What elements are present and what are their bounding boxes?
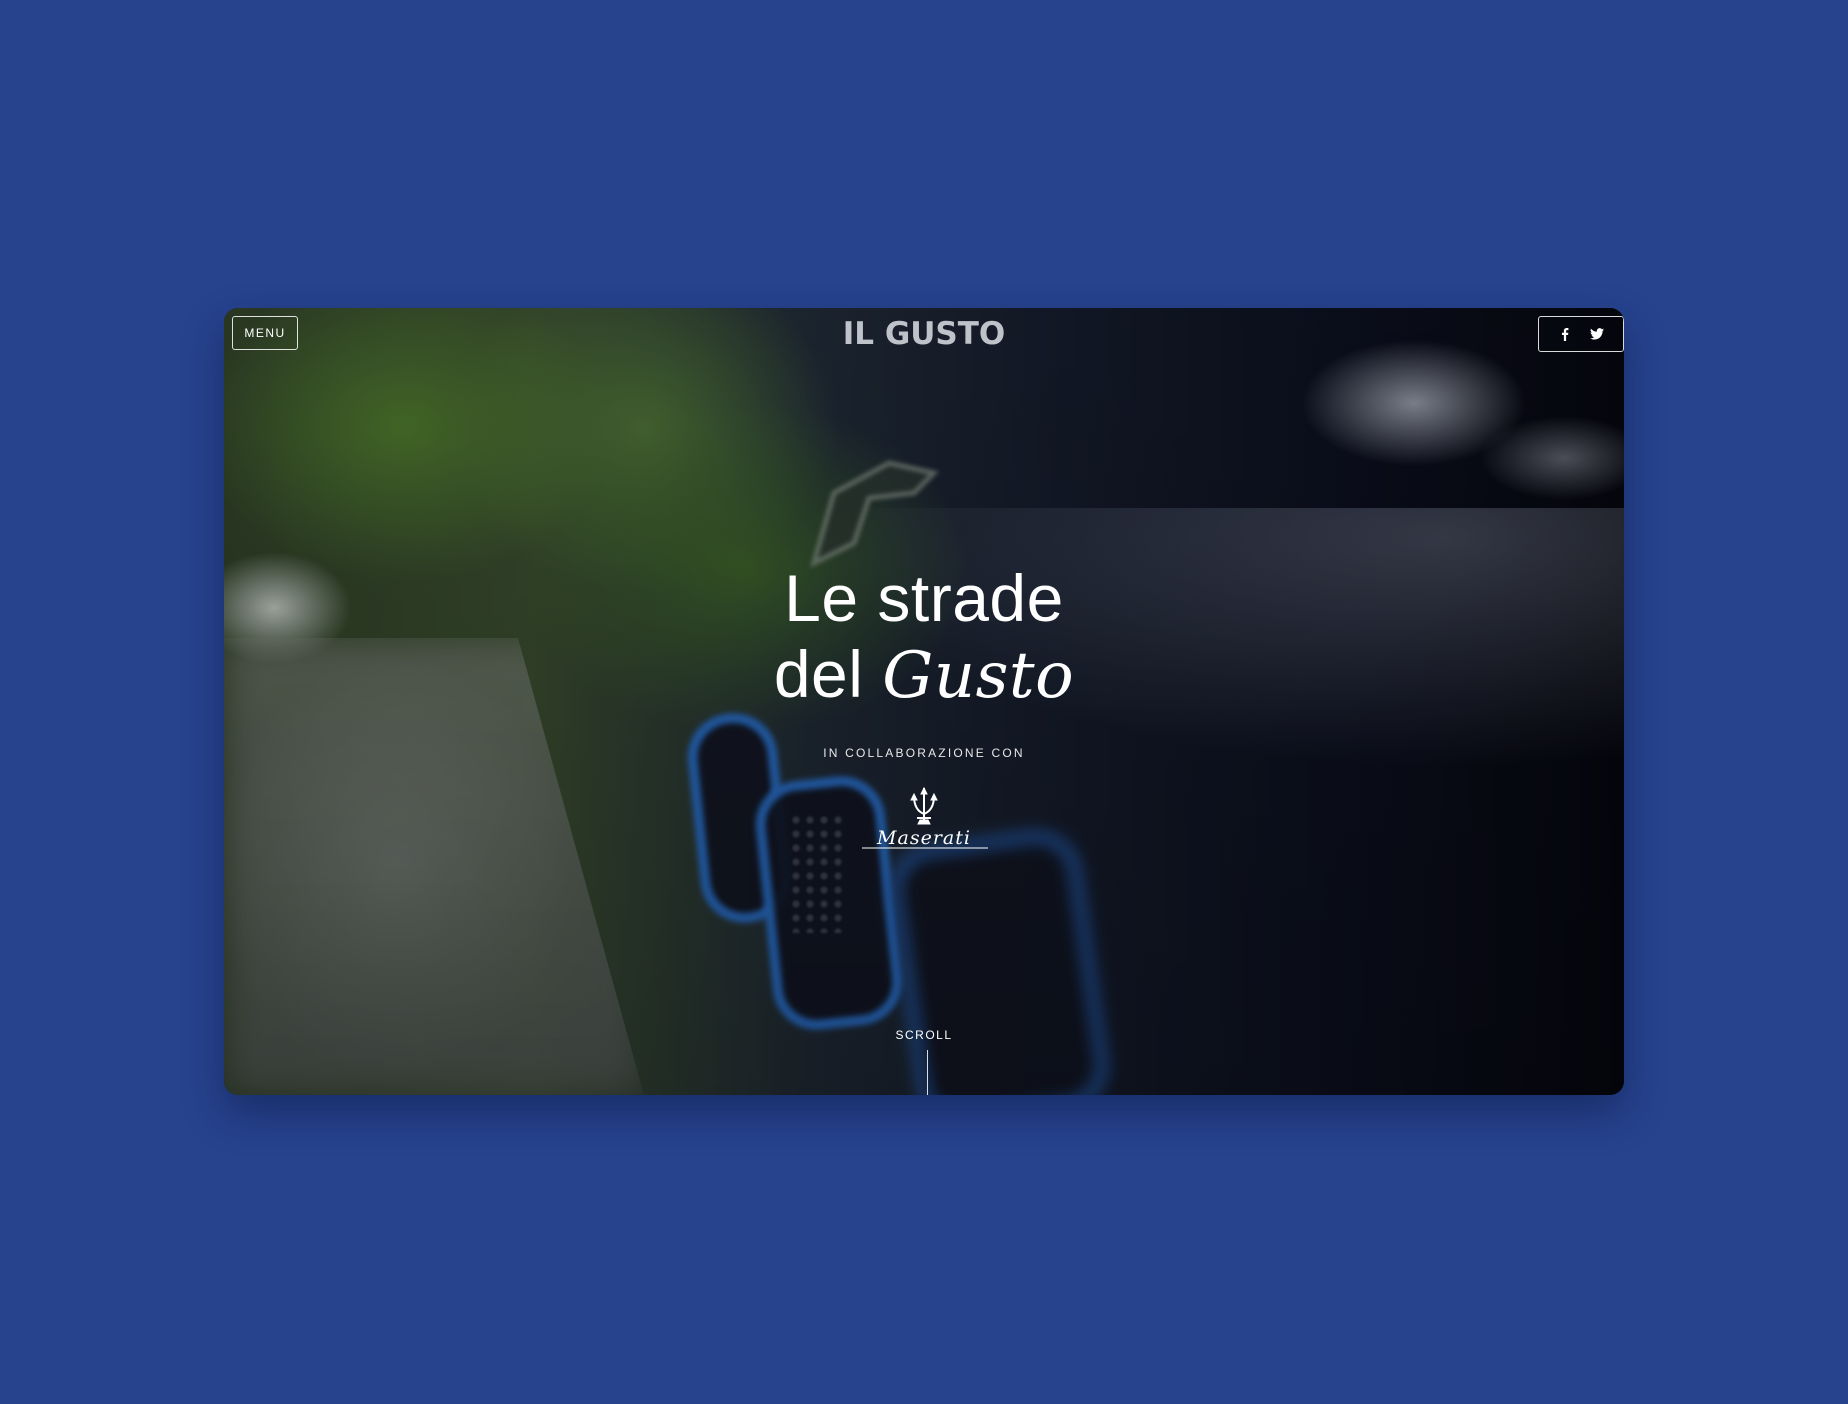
hero-title-line2-prefix: del: [773, 637, 883, 711]
maserati-wordmark: Maserati: [876, 827, 971, 849]
site-logo[interactable]: IL GUSTO: [824, 316, 1024, 352]
scroll-line: [927, 1050, 928, 1095]
scroll-indicator[interactable]: SCROLL: [874, 1028, 974, 1042]
maserati-logo[interactable]: Maserati: [854, 786, 994, 856]
website-viewport: MENU IL GUSTO Le strade del Gusto IN COL…: [224, 308, 1624, 1095]
hero-title-line1: Le strade: [784, 561, 1064, 635]
menu-button[interactable]: MENU: [232, 316, 298, 350]
twitter-icon[interactable]: [1590, 327, 1604, 341]
hero-title: Le strade del Gusto: [674, 560, 1174, 714]
facebook-icon[interactable]: [1558, 327, 1572, 341]
collaboration-label: IN COLLABORAZIONE CON: [823, 746, 1025, 760]
hero-title-line2-italic: Gusto: [882, 639, 1075, 713]
social-share-box: [1538, 316, 1624, 352]
